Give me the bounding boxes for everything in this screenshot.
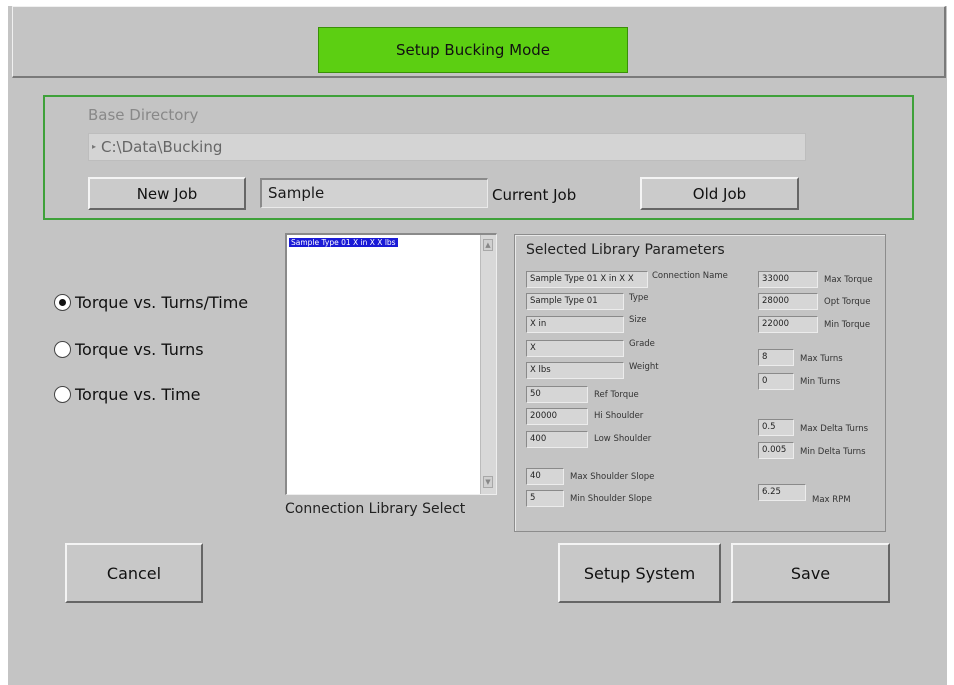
weight-label: Weight xyxy=(629,362,659,372)
max-delta-turns-label: Max Delta Turns xyxy=(800,424,869,434)
max-torque-field[interactable]: 33000 xyxy=(758,271,818,288)
save-button[interactable]: Save xyxy=(731,543,890,603)
min-shoulder-slope-field[interactable]: 5 xyxy=(526,490,564,507)
max-turns-field[interactable]: 8 xyxy=(758,349,794,366)
radio-torque-vs-turns-time[interactable]: Torque vs. Turns/Time xyxy=(54,293,248,312)
base-directory-label: Base Directory xyxy=(88,106,199,124)
low-shoulder-field[interactable]: 400 xyxy=(526,431,588,448)
max-rpm-field[interactable]: 6.25 xyxy=(758,484,806,501)
opt-torque-label: Opt Torque xyxy=(824,297,871,307)
current-job-value: Sample xyxy=(268,184,325,202)
max-rpm-label: Max RPM xyxy=(812,495,851,505)
max-shoulder-slope-field[interactable]: 40 xyxy=(526,468,564,485)
min-torque-label: Min Torque xyxy=(824,320,871,330)
radio-unselected-icon xyxy=(54,341,71,358)
connection-name-field[interactable]: Sample Type 01 X in X X xyxy=(526,271,648,288)
setup-system-button[interactable]: Setup System xyxy=(558,543,721,603)
new-job-button[interactable]: New Job xyxy=(88,177,246,210)
radio-torque-vs-turns[interactable]: Torque vs. Turns xyxy=(54,340,204,359)
base-directory-value: C:\Data\Bucking xyxy=(101,138,223,156)
size-label: Size xyxy=(629,315,647,325)
library-parameters-title: Selected Library Parameters xyxy=(526,242,725,258)
current-job-field[interactable]: Sample xyxy=(260,178,488,208)
min-turns-field[interactable]: 0 xyxy=(758,373,794,390)
radio-selected-icon xyxy=(54,294,71,311)
radio-torque-vs-time[interactable]: Torque vs. Time xyxy=(54,385,201,404)
list-item[interactable]: Sample Type 01 X in X X lbs xyxy=(289,238,398,247)
max-turns-label: Max Turns xyxy=(800,354,843,364)
list-scrollbar[interactable]: ▲ ▼ xyxy=(480,235,496,494)
old-job-button[interactable]: Old Job xyxy=(640,177,799,210)
radio-label: Torque vs. Turns xyxy=(75,340,204,359)
min-turns-label: Min Turns xyxy=(800,377,841,387)
hi-shoulder-field[interactable]: 20000 xyxy=(526,408,588,425)
connection-name-label: Connection Name xyxy=(652,271,728,281)
weight-field[interactable]: X lbs xyxy=(526,362,624,379)
ref-torque-label: Ref Torque xyxy=(594,390,639,400)
max-torque-label: Max Torque xyxy=(824,275,873,285)
type-field[interactable]: Sample Type 01 xyxy=(526,293,624,310)
connection-library-list[interactable]: Sample Type 01 X in X X lbs ▲ ▼ xyxy=(285,233,497,495)
size-field[interactable]: X in xyxy=(526,316,624,333)
grade-field[interactable]: X xyxy=(526,340,624,357)
grade-label: Grade xyxy=(629,339,655,349)
radio-label: Torque vs. Turns/Time xyxy=(75,293,249,312)
path-icon: ▸ xyxy=(92,142,97,151)
max-delta-turns-field[interactable]: 0.5 xyxy=(758,419,794,436)
base-directory-field[interactable]: ▸ C:\Data\Bucking xyxy=(88,133,806,161)
min-shoulder-slope-label: Min Shoulder Slope xyxy=(570,494,652,504)
cancel-button[interactable]: Cancel xyxy=(65,543,203,603)
radio-label: Torque vs. Time xyxy=(75,385,201,404)
max-shoulder-slope-label: Max Shoulder Slope xyxy=(570,472,655,482)
hi-shoulder-label: Hi Shoulder xyxy=(594,411,644,421)
min-torque-field[interactable]: 22000 xyxy=(758,316,818,333)
scroll-up-arrow-icon[interactable]: ▲ xyxy=(483,239,493,251)
min-delta-turns-field[interactable]: 0.005 xyxy=(758,442,794,459)
min-delta-turns-label: Min Delta Turns xyxy=(800,447,866,457)
scroll-down-arrow-icon[interactable]: ▼ xyxy=(483,476,493,488)
low-shoulder-label: Low Shoulder xyxy=(594,434,652,444)
type-label: Type xyxy=(629,293,649,303)
page-title-text: Setup Bucking Mode xyxy=(396,41,550,59)
page-title: Setup Bucking Mode xyxy=(318,27,628,73)
opt-torque-field[interactable]: 28000 xyxy=(758,293,818,310)
connection-library-label: Connection Library Select xyxy=(285,501,466,517)
current-job-label: Current Job xyxy=(492,186,577,204)
radio-unselected-icon xyxy=(54,386,71,403)
ref-torque-field[interactable]: 50 xyxy=(526,386,588,403)
